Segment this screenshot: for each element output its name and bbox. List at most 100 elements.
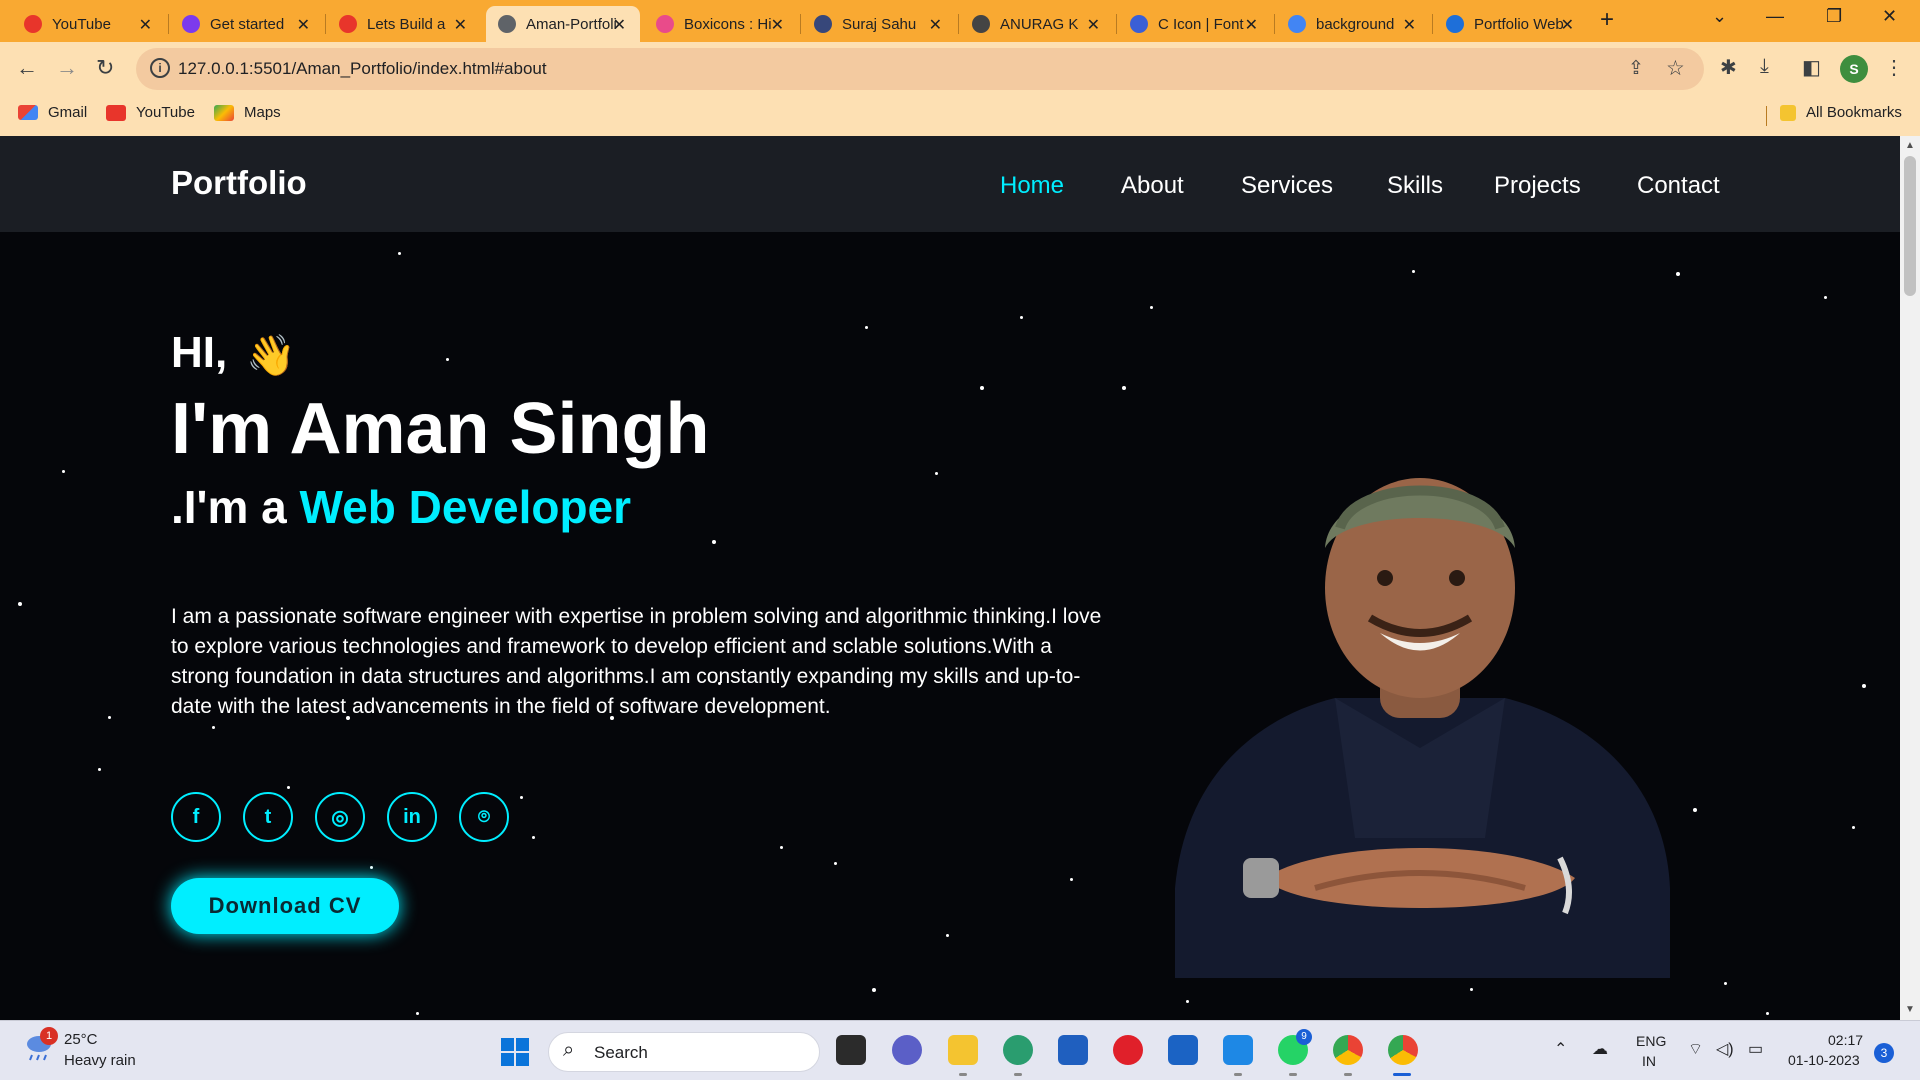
clock-date[interactable]: 01-10-2023 xyxy=(1788,1052,1860,1068)
close-tab-icon[interactable]: ✕ xyxy=(1561,15,1574,35)
minimize-button[interactable]: — xyxy=(1766,6,1784,27)
tab-separator xyxy=(168,14,169,34)
side-panel-icon[interactable]: ◧ xyxy=(1802,55,1821,80)
reload-icon[interactable]: ↻ xyxy=(96,55,114,81)
task-view-icon[interactable] xyxy=(836,1035,866,1065)
bookmark-star-icon[interactable]: ☆ xyxy=(1666,56,1685,81)
star-dot xyxy=(1186,1000,1189,1003)
new-tab-button[interactable]: + xyxy=(1600,6,1614,34)
nav-home[interactable]: Home xyxy=(1000,172,1064,200)
vertical-scrollbar[interactable]: ▲ ▼ xyxy=(1900,136,1920,1020)
download-icon[interactable]: ⤓ xyxy=(1760,55,1769,78)
close-tab-icon[interactable]: ✕ xyxy=(1087,15,1100,35)
download-cv-button[interactable]: Download CV xyxy=(171,878,399,934)
site-logo[interactable]: Portfolio xyxy=(171,164,307,202)
all-bookmarks[interactable]: All Bookmarks xyxy=(1780,104,1902,121)
tab-4[interactable]: Boxicons : Hi ✕ xyxy=(644,6,798,42)
tab-label: YouTube xyxy=(52,15,111,33)
windows-start-icon[interactable] xyxy=(500,1037,530,1067)
close-tab-icon[interactable]: ✕ xyxy=(613,15,626,35)
url-text[interactable]: 127.0.0.1:5501/Aman_Portfolio/index.html… xyxy=(178,59,547,79)
wifi-icon[interactable]: ⌔ xyxy=(1688,1039,1703,1059)
chrome-icon[interactable] xyxy=(1333,1035,1363,1065)
site-info-icon[interactable]: i xyxy=(150,58,170,78)
instagram-icon[interactable]: ◎ xyxy=(315,792,365,842)
nav-skills[interactable]: Skills xyxy=(1387,172,1443,200)
star-dot xyxy=(1693,808,1697,812)
star-dot xyxy=(1070,878,1073,881)
nav-contact[interactable]: Contact xyxy=(1637,172,1720,200)
tab-search-icon[interactable]: ⌄ xyxy=(1712,6,1727,27)
scroll-down-icon[interactable]: ▼ xyxy=(1905,1004,1915,1015)
nav-projects[interactable]: Projects xyxy=(1494,172,1581,200)
tab-5[interactable]: Suraj Sahu ✕ xyxy=(802,6,956,42)
star-dot xyxy=(872,988,876,992)
site-header: Portfolio Home About Services Skills Pro… xyxy=(0,136,1900,232)
star-dot xyxy=(532,836,535,839)
nav-services[interactable]: Services xyxy=(1241,172,1333,200)
share-icon[interactable]: ⇪ xyxy=(1628,57,1644,80)
bookmark-youtube[interactable]: YouTube xyxy=(106,104,195,121)
running-indicator xyxy=(1344,1073,1352,1076)
weather-widget[interactable]: 1 xyxy=(22,1027,58,1068)
tab-2[interactable]: Lets Build a ✕ xyxy=(327,6,481,42)
language-indicator[interactable]: ENG xyxy=(1636,1033,1666,1049)
chrome-profile-icon[interactable] xyxy=(1388,1035,1418,1065)
volume-icon[interactable]: ◁) xyxy=(1716,1039,1734,1059)
close-window-button[interactable]: ✕ xyxy=(1882,6,1897,27)
restore-button[interactable]: ❐ xyxy=(1826,6,1842,27)
github-icon[interactable]: ⌾ xyxy=(459,792,509,842)
notification-badge[interactable]: 3 xyxy=(1874,1043,1894,1063)
scroll-up-icon[interactable]: ▲ xyxy=(1905,140,1915,151)
clock-time[interactable]: 02:17 xyxy=(1828,1032,1863,1048)
star-dot xyxy=(446,358,449,361)
teams-chat-icon[interactable] xyxy=(892,1035,922,1065)
star-dot xyxy=(946,934,949,937)
menu-icon[interactable]: ⋮ xyxy=(1884,55,1904,80)
scroll-thumb[interactable] xyxy=(1904,156,1916,296)
tab-separator xyxy=(1116,14,1117,34)
bookmark-gmail[interactable]: Gmail xyxy=(18,104,87,121)
tab-1[interactable]: Get started ✕ xyxy=(170,6,324,42)
tab-6[interactable]: ANURAG K ✕ xyxy=(960,6,1114,42)
star-dot xyxy=(1020,316,1023,319)
close-tab-icon[interactable]: ✕ xyxy=(454,15,467,35)
onedrive-icon[interactable]: ☁ xyxy=(1592,1039,1608,1059)
star-dot xyxy=(1676,272,1680,276)
tab-0[interactable]: YouTube ✕ xyxy=(12,6,166,42)
twitter-icon[interactable]: t xyxy=(243,792,293,842)
star-dot xyxy=(1862,684,1866,688)
tab-7[interactable]: C Icon | Font ✕ xyxy=(1118,6,1272,42)
linkedin-icon[interactable]: in xyxy=(387,792,437,842)
battery-icon[interactable]: ▭ xyxy=(1748,1039,1763,1059)
facebook-icon[interactable]: f xyxy=(171,792,221,842)
address-bar[interactable]: i 127.0.0.1:5501/Aman_Portfolio/index.ht… xyxy=(136,48,1704,90)
word-icon[interactable] xyxy=(1168,1035,1198,1065)
opera-icon[interactable] xyxy=(1113,1035,1143,1065)
close-tab-icon[interactable]: ✕ xyxy=(771,15,784,35)
star-dot xyxy=(1470,988,1473,991)
taskbar-search-box[interactable]: ⌕ Search xyxy=(548,1032,820,1072)
nav-about[interactable]: About xyxy=(1121,172,1184,200)
extensions-icon[interactable]: ✱ xyxy=(1720,55,1737,80)
globe-icon xyxy=(498,15,516,33)
forward-icon[interactable]: → xyxy=(56,55,78,81)
close-tab-icon[interactable]: ✕ xyxy=(139,15,152,35)
close-tab-icon[interactable]: ✕ xyxy=(1403,15,1416,35)
bookmark-maps[interactable]: Maps xyxy=(214,104,281,121)
tab-label: C Icon | Font xyxy=(1158,15,1244,33)
edge-icon[interactable] xyxy=(1003,1035,1033,1065)
tab-9[interactable]: Portfolio Web ✕ xyxy=(1434,6,1588,42)
close-tab-icon[interactable]: ✕ xyxy=(929,15,942,35)
tab-3[interactable]: Aman-Portfolio ✕ xyxy=(486,6,640,42)
show-hidden-icons[interactable]: ⌃ xyxy=(1554,1039,1567,1059)
vscode-icon[interactable] xyxy=(1223,1035,1253,1065)
microsoft-store-icon[interactable] xyxy=(1058,1035,1088,1065)
profile-avatar[interactable]: S xyxy=(1840,55,1868,83)
tab-8[interactable]: background ✕ xyxy=(1276,6,1430,42)
back-icon[interactable]: ← xyxy=(16,55,38,81)
file-explorer-icon[interactable] xyxy=(948,1035,978,1065)
folder-icon xyxy=(1780,104,1796,121)
close-tab-icon[interactable]: ✕ xyxy=(297,15,310,35)
close-tab-icon[interactable]: ✕ xyxy=(1245,15,1258,35)
